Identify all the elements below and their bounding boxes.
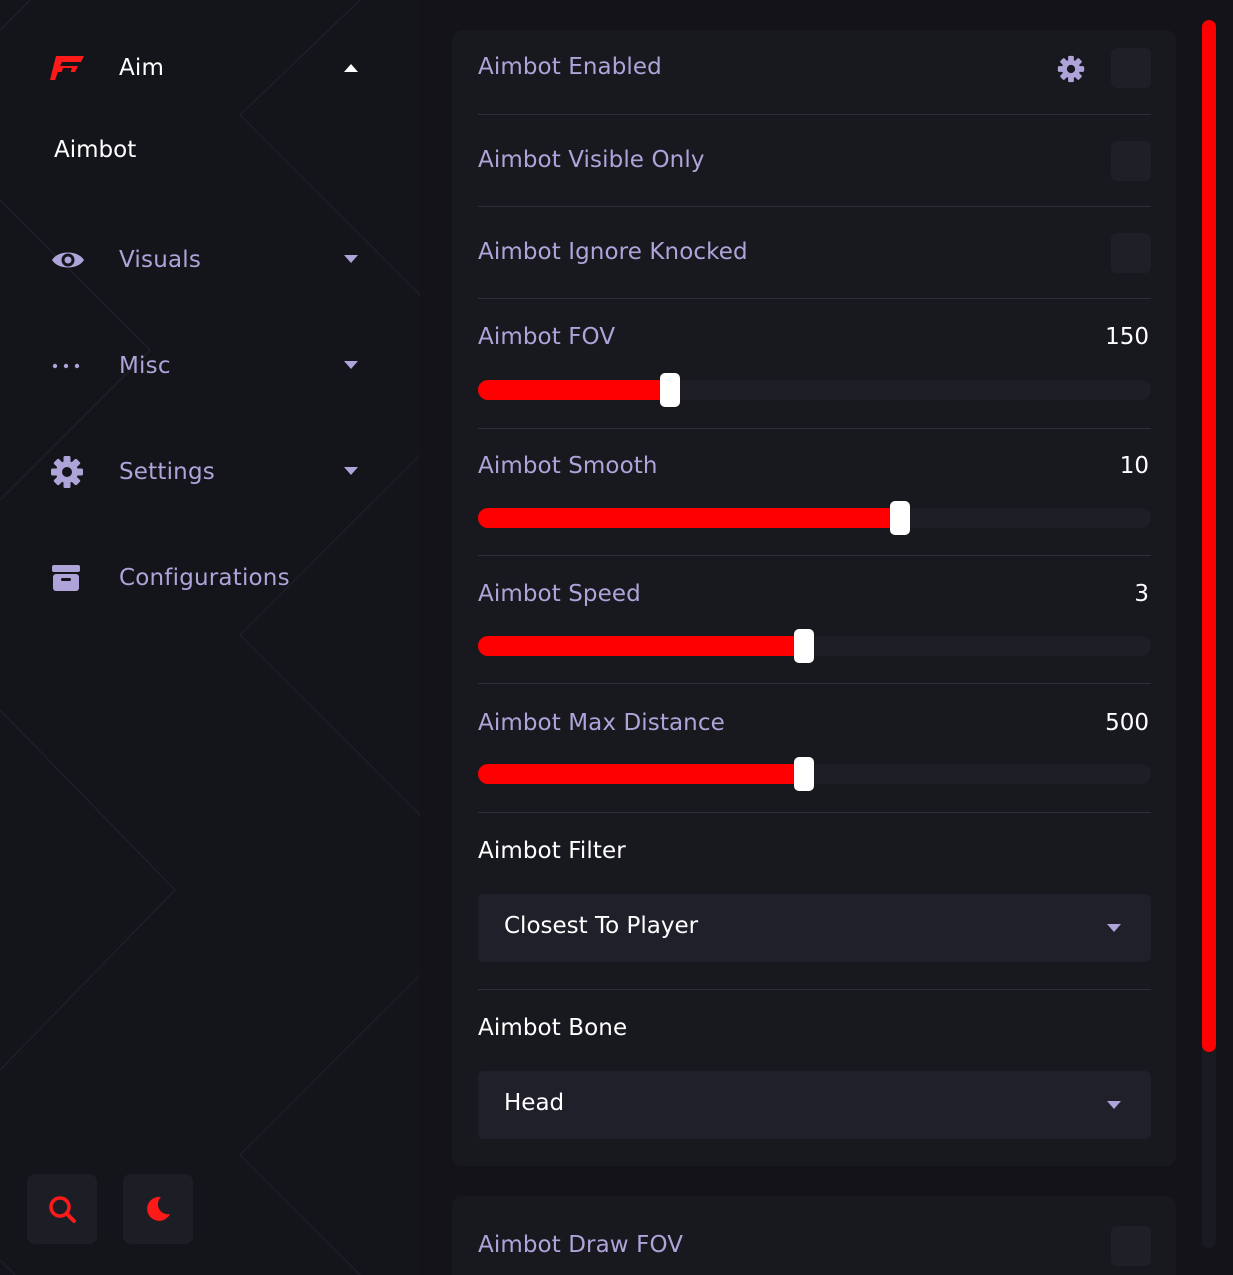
slider-thumb[interactable] [659, 373, 680, 407]
nav-item-label: Settings [119, 459, 215, 485]
divider [478, 206, 1151, 207]
select-value: Closest To Player [504, 913, 699, 939]
divider [478, 989, 1151, 990]
slider-value: 10 [1119, 453, 1149, 479]
nav-item-label: Configurations [119, 565, 290, 591]
chevron-down-icon [344, 467, 358, 475]
toggle-row-aimbot-draw-fov: Aimbot Draw FOV [478, 1224, 1151, 1268]
chevron-down-icon [344, 255, 358, 263]
divider [478, 812, 1151, 813]
slider-label: Aimbot Max Distance [478, 710, 725, 736]
archive-box-icon [50, 560, 90, 596]
slider-row-aimbot-smooth: Aimbot Smooth 10 [478, 453, 1151, 543]
aimbot-ignore-knocked-checkbox[interactable] [1111, 233, 1151, 273]
slider-fill [478, 380, 670, 400]
toggle-row-aimbot-ignore-knocked: Aimbot Ignore Knocked [478, 231, 1151, 275]
chevron-down-icon [344, 361, 358, 369]
toggle-row-aimbot-enabled: Aimbot Enabled [478, 46, 1151, 90]
gear-icon[interactable] [1057, 55, 1085, 83]
aimbot-max-distance-slider[interactable] [478, 757, 1151, 791]
scrollbar-thumb[interactable] [1202, 20, 1216, 1052]
select-label: Aimbot Bone [478, 1015, 628, 1041]
slider-row-aimbot-max-distance: Aimbot Max Distance 500 [478, 710, 1151, 800]
ellipsis-icon [50, 348, 90, 384]
search-icon [49, 1196, 76, 1223]
slider-value: 150 [1105, 324, 1149, 350]
sub-item-aimbot[interactable]: Aimbot [54, 137, 136, 163]
slider-fill [478, 508, 900, 528]
scrollbar-track[interactable] [1202, 20, 1216, 1248]
divider [478, 298, 1151, 299]
nav-item-label: Misc [119, 353, 171, 379]
moon-icon [147, 1196, 170, 1221]
select-label: Aimbot Filter [478, 838, 626, 864]
divider [478, 555, 1151, 556]
slider-row-aimbot-speed: Aimbot Speed 3 [478, 581, 1151, 671]
divider [478, 428, 1151, 429]
select-value: Head [504, 1090, 565, 1116]
theme-toggle-button[interactable] [123, 1174, 193, 1244]
slider-thumb[interactable] [794, 629, 815, 663]
nav-item-label: Visuals [119, 247, 202, 273]
select-row-aimbot-filter: Aimbot Filter [478, 838, 1151, 872]
gear-icon [50, 454, 90, 490]
slider-label: Aimbot Speed [478, 581, 641, 607]
slider-row-aimbot-fov: Aimbot FOV 150 [478, 324, 1151, 414]
toggle-row-aimbot-visible-only: Aimbot Visible Only [478, 139, 1151, 183]
search-button[interactable] [27, 1174, 97, 1244]
slider-value: 3 [1134, 581, 1149, 607]
toggle-label: Aimbot Visible Only [478, 147, 705, 173]
sidebar: Aim Aimbot Visuals Misc Settings Configu… [0, 0, 420, 1275]
slider-fill [478, 764, 805, 784]
chevron-down-icon [1107, 924, 1121, 932]
slider-fill [478, 636, 805, 656]
nav-item-configurations[interactable]: Configurations [50, 556, 360, 600]
aimbot-smooth-slider[interactable] [478, 501, 1151, 535]
aimbot-visible-only-checkbox[interactable] [1111, 141, 1151, 181]
slider-label: Aimbot Smooth [478, 453, 658, 479]
brand-logo-icon [50, 50, 90, 86]
chevron-up-icon [344, 64, 358, 72]
aimbot-bone-select[interactable]: Head [478, 1071, 1151, 1139]
slider-label: Aimbot FOV [478, 324, 616, 350]
aimbot-enabled-checkbox[interactable] [1111, 48, 1151, 88]
background-pattern [0, 0, 420, 1275]
nav-item-misc[interactable]: Misc [50, 344, 360, 388]
aimbot-draw-fov-checkbox[interactable] [1111, 1226, 1151, 1266]
nav-item-aim[interactable]: Aim [50, 46, 360, 90]
toggle-label: Aimbot Enabled [478, 54, 662, 80]
nav-item-label: Aim [119, 55, 165, 81]
nav-item-settings[interactable]: Settings [50, 450, 360, 494]
divider [478, 683, 1151, 684]
slider-thumb[interactable] [889, 501, 910, 535]
aimbot-fov-slider[interactable] [478, 373, 1151, 407]
nav-item-visuals[interactable]: Visuals [50, 238, 360, 282]
aimbot-filter-select[interactable]: Closest To Player [478, 894, 1151, 962]
chevron-down-icon [1107, 1101, 1121, 1109]
slider-thumb[interactable] [794, 757, 815, 791]
slider-value: 500 [1105, 710, 1149, 736]
select-row-aimbot-bone: Aimbot Bone [478, 1015, 1151, 1049]
divider [478, 114, 1151, 115]
toggle-label: Aimbot Ignore Knocked [478, 239, 748, 265]
toggle-label: Aimbot Draw FOV [478, 1232, 684, 1258]
eye-icon [50, 242, 90, 278]
aimbot-speed-slider[interactable] [478, 629, 1151, 663]
